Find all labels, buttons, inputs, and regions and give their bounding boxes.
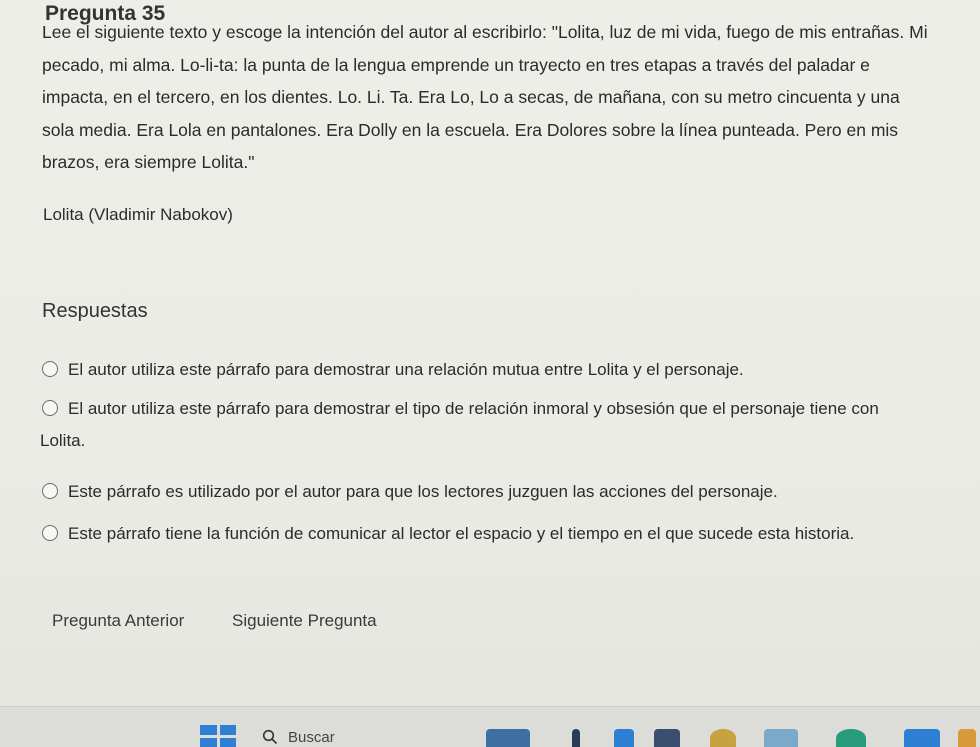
answer-option-label: Este párrafo tiene la función de comunic… <box>68 524 855 543</box>
windows-start-icon[interactable] <box>200 725 236 747</box>
app-icon[interactable] <box>904 729 940 747</box>
taskbar-search[interactable]: Buscar <box>262 727 462 747</box>
answer-option-label: El autor utiliza este párrafo para demos… <box>68 360 744 379</box>
app-icon[interactable] <box>958 729 976 747</box>
radio-button[interactable] <box>42 525 58 541</box>
question-prompt: Lee el siguiente texto y escoge la inten… <box>42 22 928 172</box>
search-icon <box>262 729 278 745</box>
radio-button[interactable] <box>42 361 58 377</box>
search-label: Buscar <box>288 728 335 746</box>
answers-title: Respuestas <box>42 300 148 322</box>
answer-option-label: Este párrafo es utilizado por el autor p… <box>68 482 778 501</box>
next-question-link[interactable]: Siguiente Pregunta <box>232 611 377 631</box>
answer-option-label: El autor utiliza este párrafo para demos… <box>40 399 879 450</box>
radio-button[interactable] <box>42 400 58 416</box>
app-icon[interactable] <box>836 729 866 747</box>
answer-option-3[interactable]: Este párrafo es utilizado por el autor p… <box>40 476 920 508</box>
app-icon[interactable] <box>486 729 530 747</box>
answer-option-4[interactable]: Este párrafo tiene la función de comunic… <box>40 518 920 550</box>
question-source: Lolita (Vladimir Nabokov) <box>43 205 233 224</box>
app-icon[interactable] <box>654 729 680 747</box>
answer-option-2[interactable]: El autor utiliza este párrafo para demos… <box>40 393 920 457</box>
quiz-page: Pregunta 35 Lee el siguiente texto y esc… <box>0 0 980 706</box>
previous-question-link[interactable]: Pregunta Anterior <box>52 611 184 631</box>
app-icon[interactable] <box>764 729 798 747</box>
radio-button[interactable] <box>42 483 58 499</box>
answer-option-1[interactable]: El autor utiliza este párrafo para demos… <box>40 354 920 386</box>
app-icon[interactable] <box>614 729 634 747</box>
app-icon[interactable] <box>710 729 736 747</box>
taskbar: Buscar <box>0 706 980 747</box>
app-icon[interactable] <box>572 729 580 747</box>
